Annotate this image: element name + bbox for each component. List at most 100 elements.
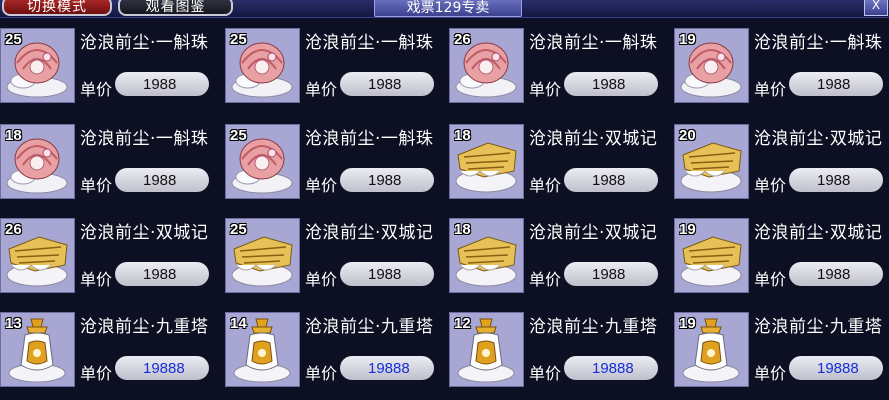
shop-item[interactable]: 19 沧浪前尘·九重塔 单价 19888 bbox=[674, 312, 889, 396]
item-name: 沧浪前尘·一斛珠 bbox=[305, 33, 434, 53]
close-button[interactable]: X bbox=[864, 0, 888, 16]
item-name: 沧浪前尘·九重塔 bbox=[754, 317, 883, 337]
close-icon: X bbox=[871, 0, 881, 12]
item-price: 19888 bbox=[115, 356, 209, 380]
item-icon-slot[interactable]: 18 bbox=[0, 124, 75, 199]
shop-item[interactable]: 18 沧浪前尘·双城记 单价 1988 bbox=[449, 218, 671, 302]
item-price: 1988 bbox=[564, 168, 658, 192]
shop-item[interactable]: 12 沧浪前尘·九重塔 单价 19888 bbox=[449, 312, 671, 396]
item-icon-slot[interactable]: 13 bbox=[0, 312, 75, 387]
item-icon-slot[interactable]: 14 bbox=[225, 312, 300, 387]
item-quantity: 19 bbox=[679, 31, 696, 48]
item-icon-slot[interactable]: 25 bbox=[225, 218, 300, 293]
item-name: 沧浪前尘·九重塔 bbox=[80, 317, 209, 337]
item-icon-slot[interactable]: 18 bbox=[449, 124, 524, 199]
item-icon-slot[interactable]: 25 bbox=[0, 28, 75, 103]
price-label: 单价 bbox=[529, 364, 562, 383]
item-icon-slot[interactable]: 25 bbox=[225, 124, 300, 199]
item-price: 1988 bbox=[115, 72, 209, 96]
item-icon-slot[interactable]: 26 bbox=[449, 28, 524, 103]
item-quantity: 13 bbox=[5, 315, 22, 332]
item-name: 沧浪前尘·双城记 bbox=[529, 129, 658, 149]
item-icon-slot[interactable]: 25 bbox=[225, 28, 300, 103]
item-quantity: 18 bbox=[5, 127, 22, 144]
price-label: 单价 bbox=[529, 270, 562, 289]
item-price: 19888 bbox=[564, 356, 658, 380]
item-quantity: 18 bbox=[454, 221, 471, 238]
item-name: 沧浪前尘·一斛珠 bbox=[80, 129, 209, 149]
price-label: 单价 bbox=[80, 176, 113, 195]
item-quantity: 19 bbox=[679, 315, 696, 332]
item-icon-slot[interactable]: 20 bbox=[674, 124, 749, 199]
item-name: 沧浪前尘·双城记 bbox=[529, 223, 658, 243]
item-name: 沧浪前尘·一斛珠 bbox=[305, 129, 434, 149]
item-price: 1988 bbox=[115, 168, 209, 192]
shop-item[interactable]: 13 沧浪前尘·九重塔 单价 19888 bbox=[0, 312, 222, 396]
switch-mode-button[interactable]: 切换模式 bbox=[2, 0, 112, 16]
item-name: 沧浪前尘·九重塔 bbox=[529, 317, 658, 337]
shop-item[interactable]: 18 沧浪前尘·双城记 单价 1988 bbox=[449, 124, 671, 208]
item-quantity: 19 bbox=[679, 221, 696, 238]
shop-item[interactable]: 14 沧浪前尘·九重塔 单价 19888 bbox=[225, 312, 447, 396]
item-price: 19888 bbox=[340, 356, 434, 380]
shop-item[interactable]: 20 沧浪前尘·双城记 单价 1988 bbox=[674, 124, 889, 208]
item-name: 沧浪前尘·一斛珠 bbox=[80, 33, 209, 53]
shop-title: 戏票129专卖 bbox=[374, 0, 522, 17]
price-label: 单价 bbox=[80, 364, 113, 383]
item-quantity: 25 bbox=[230, 31, 247, 48]
price-label: 单价 bbox=[305, 364, 338, 383]
item-price: 1988 bbox=[789, 168, 883, 192]
item-price: 1988 bbox=[564, 72, 658, 96]
shop-item[interactable]: 26 沧浪前尘·双城记 单价 1988 bbox=[0, 218, 222, 302]
item-quantity: 26 bbox=[5, 221, 22, 238]
item-name: 沧浪前尘·一斛珠 bbox=[529, 33, 658, 53]
item-quantity: 25 bbox=[230, 221, 247, 238]
item-icon-slot[interactable]: 18 bbox=[449, 218, 524, 293]
price-label: 单价 bbox=[754, 80, 787, 99]
item-icon-slot[interactable]: 26 bbox=[0, 218, 75, 293]
price-label: 单价 bbox=[754, 176, 787, 195]
item-quantity: 20 bbox=[679, 127, 696, 144]
shop-item[interactable]: 25 沧浪前尘·双城记 单价 1988 bbox=[225, 218, 447, 302]
shop-item[interactable]: 19 沧浪前尘·一斛珠 单价 1988 bbox=[674, 28, 889, 112]
top-bar: 切换模式 观看图鉴 戏票129专卖 X bbox=[0, 0, 889, 18]
item-icon-slot[interactable]: 19 bbox=[674, 218, 749, 293]
item-price: 1988 bbox=[789, 262, 883, 286]
shop-item[interactable]: 25 沧浪前尘·一斛珠 单价 1988 bbox=[225, 28, 447, 112]
item-price: 1988 bbox=[340, 262, 434, 286]
price-label: 单价 bbox=[80, 270, 113, 289]
item-quantity: 25 bbox=[5, 31, 22, 48]
item-quantity: 12 bbox=[454, 315, 471, 332]
item-name: 沧浪前尘·九重塔 bbox=[305, 317, 434, 337]
price-label: 单价 bbox=[754, 364, 787, 383]
item-name: 沧浪前尘·一斛珠 bbox=[754, 33, 883, 53]
price-label: 单价 bbox=[529, 80, 562, 99]
item-icon-slot[interactable]: 19 bbox=[674, 28, 749, 103]
item-name: 沧浪前尘·双城记 bbox=[305, 223, 434, 243]
item-icon-slot[interactable]: 19 bbox=[674, 312, 749, 387]
item-price: 1988 bbox=[564, 262, 658, 286]
item-name: 沧浪前尘·双城记 bbox=[754, 223, 883, 243]
shop-item[interactable]: 18 沧浪前尘·一斛珠 单价 1988 bbox=[0, 124, 222, 208]
item-name: 沧浪前尘·双城记 bbox=[80, 223, 209, 243]
item-price: 1988 bbox=[115, 262, 209, 286]
item-quantity: 25 bbox=[230, 127, 247, 144]
shop-item[interactable]: 25 沧浪前尘·一斛珠 单价 1988 bbox=[225, 124, 447, 208]
item-price: 1988 bbox=[340, 72, 434, 96]
shop-item[interactable]: 26 沧浪前尘·一斛珠 单价 1988 bbox=[449, 28, 671, 112]
item-quantity: 26 bbox=[454, 31, 471, 48]
item-price: 1988 bbox=[340, 168, 434, 192]
price-label: 单价 bbox=[305, 80, 338, 99]
item-quantity: 18 bbox=[454, 127, 471, 144]
item-icon-slot[interactable]: 12 bbox=[449, 312, 524, 387]
shop-item[interactable]: 19 沧浪前尘·双城记 单价 1988 bbox=[674, 218, 889, 302]
price-label: 单价 bbox=[529, 176, 562, 195]
view-catalog-button[interactable]: 观看图鉴 bbox=[118, 0, 233, 16]
item-name: 沧浪前尘·双城记 bbox=[754, 129, 883, 149]
shop-item[interactable]: 25 沧浪前尘·一斛珠 单价 1988 bbox=[0, 28, 222, 112]
price-label: 单价 bbox=[305, 176, 338, 195]
item-price: 19888 bbox=[789, 356, 883, 380]
item-price: 1988 bbox=[789, 72, 883, 96]
price-label: 单价 bbox=[754, 270, 787, 289]
item-quantity: 14 bbox=[230, 315, 247, 332]
